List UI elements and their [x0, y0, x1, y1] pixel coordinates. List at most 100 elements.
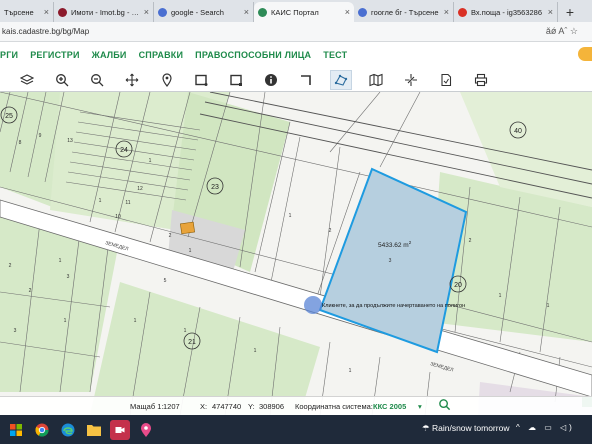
weather-text: Rain/snow tomorrow: [431, 423, 510, 433]
chevron-down-icon[interactable]: ▾: [418, 402, 422, 411]
sub-parcel-label: 2: [169, 233, 172, 239]
drawing-cursor: [304, 296, 322, 314]
sub-parcel-label: 1: [254, 348, 257, 354]
map-view-button[interactable]: [365, 70, 387, 90]
sub-parcel-label: 13: [67, 138, 73, 144]
parcel-label: 21: [188, 339, 196, 346]
drawing-tooltip: Кликнете, за да продължите начертаването…: [322, 303, 465, 309]
sub-parcel-label: 11: [125, 200, 130, 206]
crosshair-icon: [404, 73, 417, 86]
close-tab-icon[interactable]: ×: [444, 7, 449, 17]
close-tab-icon[interactable]: ×: [44, 7, 49, 17]
tab-gmail[interactable]: Вх.поща - ig3563286 ×: [454, 2, 558, 22]
sub-parcel-label: 1: [134, 318, 137, 324]
camera-icon: [115, 426, 125, 433]
menu-item-complaints[interactable]: ЖАЛБИ: [92, 50, 127, 60]
zoom-out-button[interactable]: [86, 70, 108, 90]
draw-polygon-button[interactable]: [330, 69, 353, 90]
sub-parcel-label: 1: [149, 158, 152, 164]
sub-parcel-label: 1: [349, 368, 352, 374]
edge-icon: [61, 423, 75, 436]
menu-item-licensed-persons[interactable]: ПРАВОСПОСОБНИ ЛИЦА: [195, 50, 311, 60]
chrome-taskbar-button[interactable]: [32, 420, 52, 440]
map-canvas[interactable]: 25 24 23 40 20 21 1 2 3 1 2 3 1 1 1 1 1 …: [0, 92, 592, 415]
print-icon: [474, 73, 487, 86]
document-button[interactable]: [435, 70, 457, 90]
tab-google-search[interactable]: google - Search ×: [154, 2, 254, 22]
search-icon: [439, 399, 451, 411]
search-favicon-icon: [158, 7, 167, 17]
address-bar-icons[interactable]: ǎǿ Aˆ ☆: [546, 26, 578, 37]
sub-parcel-label: 9: [39, 133, 42, 139]
crosshair-button[interactable]: [400, 70, 422, 90]
parcel-label: 24: [120, 147, 128, 154]
site-menu: РГИ РЕГИСТРИ ЖАЛБИ СПРАВКИ ПРАВОСПОСОБНИ…: [0, 42, 592, 68]
draw-polygon-icon: [334, 74, 348, 86]
close-tab-icon[interactable]: ×: [244, 7, 249, 17]
cadastral-map[interactable]: 25 24 23 40 20 21 1 2 3 1 2 3 1 1 1 1 1 …: [0, 92, 592, 415]
crs-select[interactable]: ККС 2005: [373, 402, 406, 411]
file-explorer-taskbar-button[interactable]: [84, 420, 104, 440]
search-button[interactable]: [438, 398, 451, 413]
pan-button[interactable]: [121, 70, 143, 90]
measure-button[interactable]: [295, 70, 317, 90]
sub-parcel-label: 2: [9, 263, 12, 269]
maps-taskbar-button[interactable]: [136, 420, 156, 440]
edge-taskbar-button[interactable]: [58, 420, 78, 440]
parcel-label: 20: [454, 282, 462, 289]
parcel-label: 23: [211, 184, 219, 191]
tab-search[interactable]: Търсене ×: [0, 2, 54, 22]
tab-title: Вх.поща - ig3563286: [471, 7, 543, 17]
sub-parcel-label: 1: [59, 258, 62, 264]
sub-parcel-label: 1: [547, 303, 550, 309]
user-avatar[interactable]: [578, 47, 592, 61]
select-area-button[interactable]: [225, 70, 247, 90]
x-coord-label: X:: [200, 402, 208, 411]
menu-item-services[interactable]: РГИ: [0, 50, 18, 60]
zoom-in-button[interactable]: [51, 70, 73, 90]
print-button[interactable]: [470, 70, 492, 90]
sub-parcel-label: 10: [115, 214, 121, 220]
chrome-icon: [35, 423, 49, 436]
close-tab-icon[interactable]: ×: [144, 7, 149, 17]
info-button[interactable]: [260, 70, 282, 90]
close-tab-icon[interactable]: ×: [345, 7, 350, 17]
road-label: ЗЕМЕДЕЛ: [429, 361, 454, 373]
x-coord-value: 4747740: [212, 402, 242, 411]
media-taskbar-button[interactable]: [110, 419, 130, 440]
url-field[interactable]: kais.cadastre.bg/bg/Map: [2, 27, 546, 36]
sub-parcel-label: 3: [14, 328, 17, 334]
windows-start-button[interactable]: [6, 420, 26, 440]
layers-button[interactable]: [16, 70, 38, 90]
tab-title: google - Search: [171, 7, 224, 17]
draw-rectangle-button[interactable]: [190, 70, 212, 90]
weather-icon: ☂: [422, 423, 432, 433]
y-coord-label: Y:: [248, 402, 255, 411]
map-toolbar: [0, 68, 592, 92]
tab-imot[interactable]: Имоти - Imot.bg - Пр ×: [54, 2, 154, 22]
info-icon: [265, 73, 278, 86]
polygon-area-label: 5433.62 m2: [378, 240, 412, 249]
measure-line-icon: [301, 74, 311, 85]
select-rectangle-icon: [230, 74, 243, 86]
sub-parcel-label: 3: [67, 274, 70, 280]
tab-google-bg[interactable]: гоогле бг - Търсене ×: [354, 2, 454, 22]
tab-title: Имоти - Imot.bg - Пр: [71, 7, 140, 17]
menu-item-test[interactable]: ТЕСТ: [323, 50, 347, 60]
menu-item-references[interactable]: СПРАВКИ: [139, 50, 184, 60]
tab-kais-portal[interactable]: КАИС Портал ×: [254, 2, 354, 22]
map-pin-icon: [141, 422, 151, 437]
tab-title: Търсене: [4, 7, 34, 17]
scale-label: Мащаб 1:: [130, 402, 164, 411]
weather-widget[interactable]: ☂ Rain/snow tomorrow: [422, 423, 509, 434]
crs-label: Координатна система:: [295, 402, 373, 411]
new-tab-button[interactable]: +: [558, 2, 582, 22]
location-button[interactable]: [156, 70, 178, 90]
menu-item-registers[interactable]: РЕГИСТРИ: [30, 50, 79, 60]
folder-icon: [87, 424, 101, 436]
address-bar: kais.cadastre.bg/bg/Map ǎǿ Aˆ ☆: [0, 22, 592, 42]
windows-taskbar: ☂ Rain/snow tomorrow ^ ☁ ▭ ◁): [0, 415, 592, 444]
sub-parcel-label: 1: [184, 328, 187, 334]
close-tab-icon[interactable]: ×: [548, 7, 553, 17]
system-tray[interactable]: ^ ☁ ▭ ◁): [516, 423, 575, 432]
